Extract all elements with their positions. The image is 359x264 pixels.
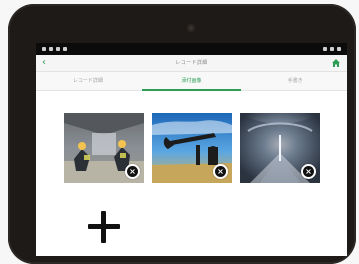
close-icon: ×	[127, 166, 138, 177]
remove-photo-button[interactable]: ×	[301, 164, 316, 179]
remove-photo-button[interactable]: ×	[213, 164, 228, 179]
tab-handwriting[interactable]: 手書き	[243, 72, 347, 90]
close-icon: ×	[303, 166, 314, 177]
tablet-screen: ‹ レコード詳細 レコード詳細 添付画像 手書き × × ×	[36, 43, 347, 256]
add-photo-button[interactable]	[85, 209, 123, 247]
front-camera	[187, 24, 195, 32]
notification-icon	[63, 47, 67, 51]
plus-icon	[101, 211, 106, 243]
tablet-frame: ‹ レコード詳細 レコード詳細 添付画像 手書き × × ×	[8, 4, 356, 264]
signal-icon	[330, 47, 334, 51]
photo-thumbnail[interactable]: ×	[64, 113, 144, 183]
status-bar	[36, 43, 347, 55]
home-icon[interactable]	[331, 58, 341, 68]
battery-icon	[337, 47, 341, 51]
tab-attached-images[interactable]: 添付画像	[140, 72, 244, 91]
app-bar: ‹ レコード詳細	[36, 55, 347, 72]
notification-icon	[42, 47, 46, 51]
photo-grid: × × ×	[36, 113, 347, 185]
notification-icon	[49, 47, 53, 51]
page-title: レコード詳細	[175, 60, 208, 66]
notification-icon	[56, 47, 60, 51]
tab-record-details[interactable]: レコード詳細	[36, 72, 140, 90]
photo-thumbnail[interactable]: ×	[240, 113, 320, 183]
close-icon: ×	[215, 166, 226, 177]
remove-photo-button[interactable]: ×	[125, 164, 140, 179]
tab-bar: レコード詳細 添付画像 手書き	[36, 72, 347, 91]
wifi-icon	[323, 47, 327, 51]
photo-thumbnail[interactable]: ×	[152, 113, 232, 183]
